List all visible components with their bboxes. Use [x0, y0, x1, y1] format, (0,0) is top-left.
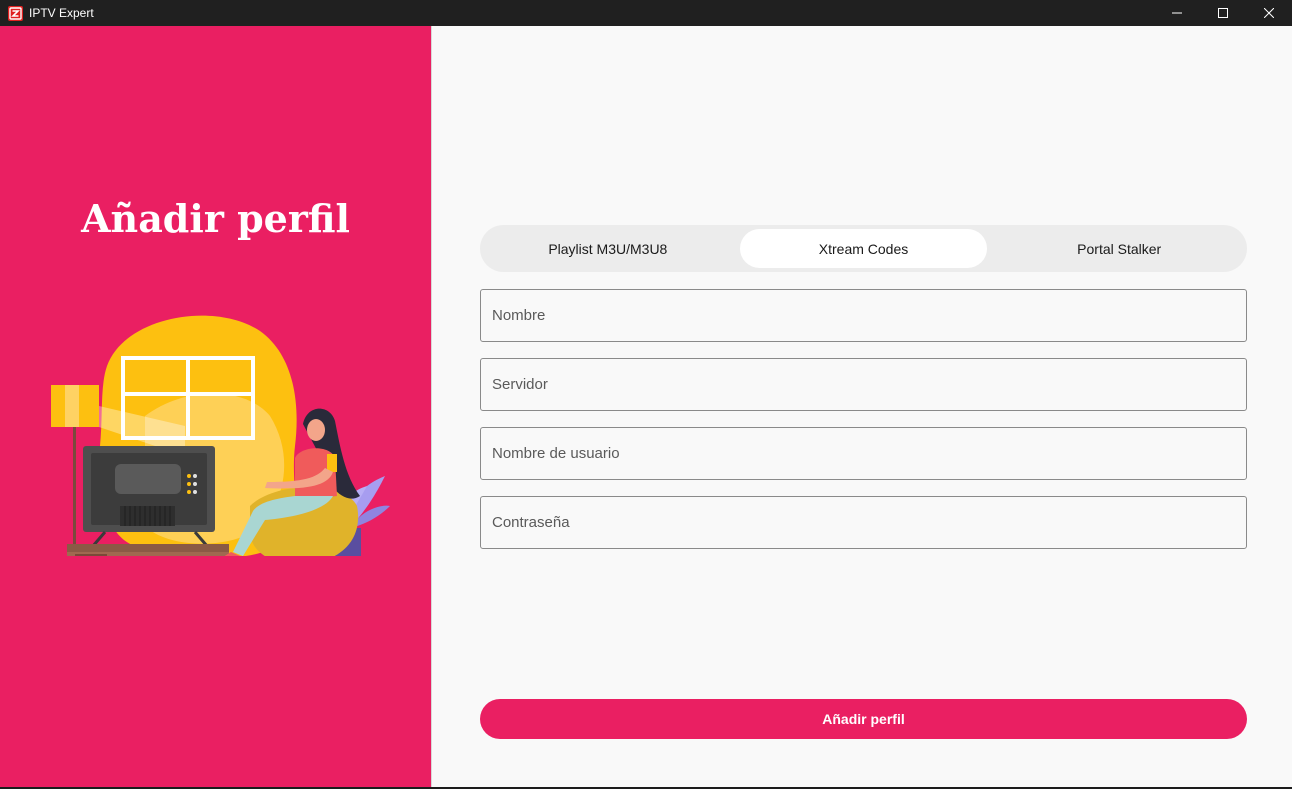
app-window: IPTV Expert Añadir perfil Playlist M3U/M…: [0, 0, 1292, 789]
woman-watching-tv-illustration: [51, 315, 390, 556]
server-input[interactable]: [481, 359, 1246, 410]
minimize-button[interactable]: [1154, 0, 1200, 26]
minimize-icon: [1172, 12, 1182, 14]
server-field-container: [480, 358, 1247, 411]
left-panel: Añadir perfil: [0, 26, 431, 787]
name-field-container: [480, 289, 1247, 342]
page-title: Añadir perfil: [81, 196, 350, 241]
form-panel: Playlist M3U/M3U8 Xtream Codes Portal St…: [432, 26, 1292, 787]
tab-playlist-m3u[interactable]: Playlist M3U/M3U8: [484, 229, 732, 268]
password-field-container: [480, 496, 1247, 549]
password-input[interactable]: [481, 497, 1246, 548]
tab-portal-stalker[interactable]: Portal Stalker: [995, 229, 1243, 268]
window-title: IPTV Expert: [29, 6, 94, 20]
username-field-container: [480, 427, 1247, 480]
name-input[interactable]: [481, 290, 1246, 341]
iptv-expert-logo-icon: [8, 5, 23, 21]
tab-xtream-codes[interactable]: Xtream Codes: [739, 229, 988, 268]
close-icon: [1264, 8, 1274, 18]
window-controls: [1154, 0, 1292, 26]
close-button[interactable]: [1246, 0, 1292, 26]
maximize-icon: [1218, 8, 1228, 18]
username-input[interactable]: [481, 428, 1246, 479]
add-profile-button[interactable]: Añadir perfil: [480, 699, 1247, 739]
source-type-tabs: Playlist M3U/M3U8 Xtream Codes Portal St…: [480, 225, 1247, 272]
maximize-button[interactable]: [1200, 0, 1246, 26]
title-bar[interactable]: IPTV Expert: [0, 0, 1292, 26]
